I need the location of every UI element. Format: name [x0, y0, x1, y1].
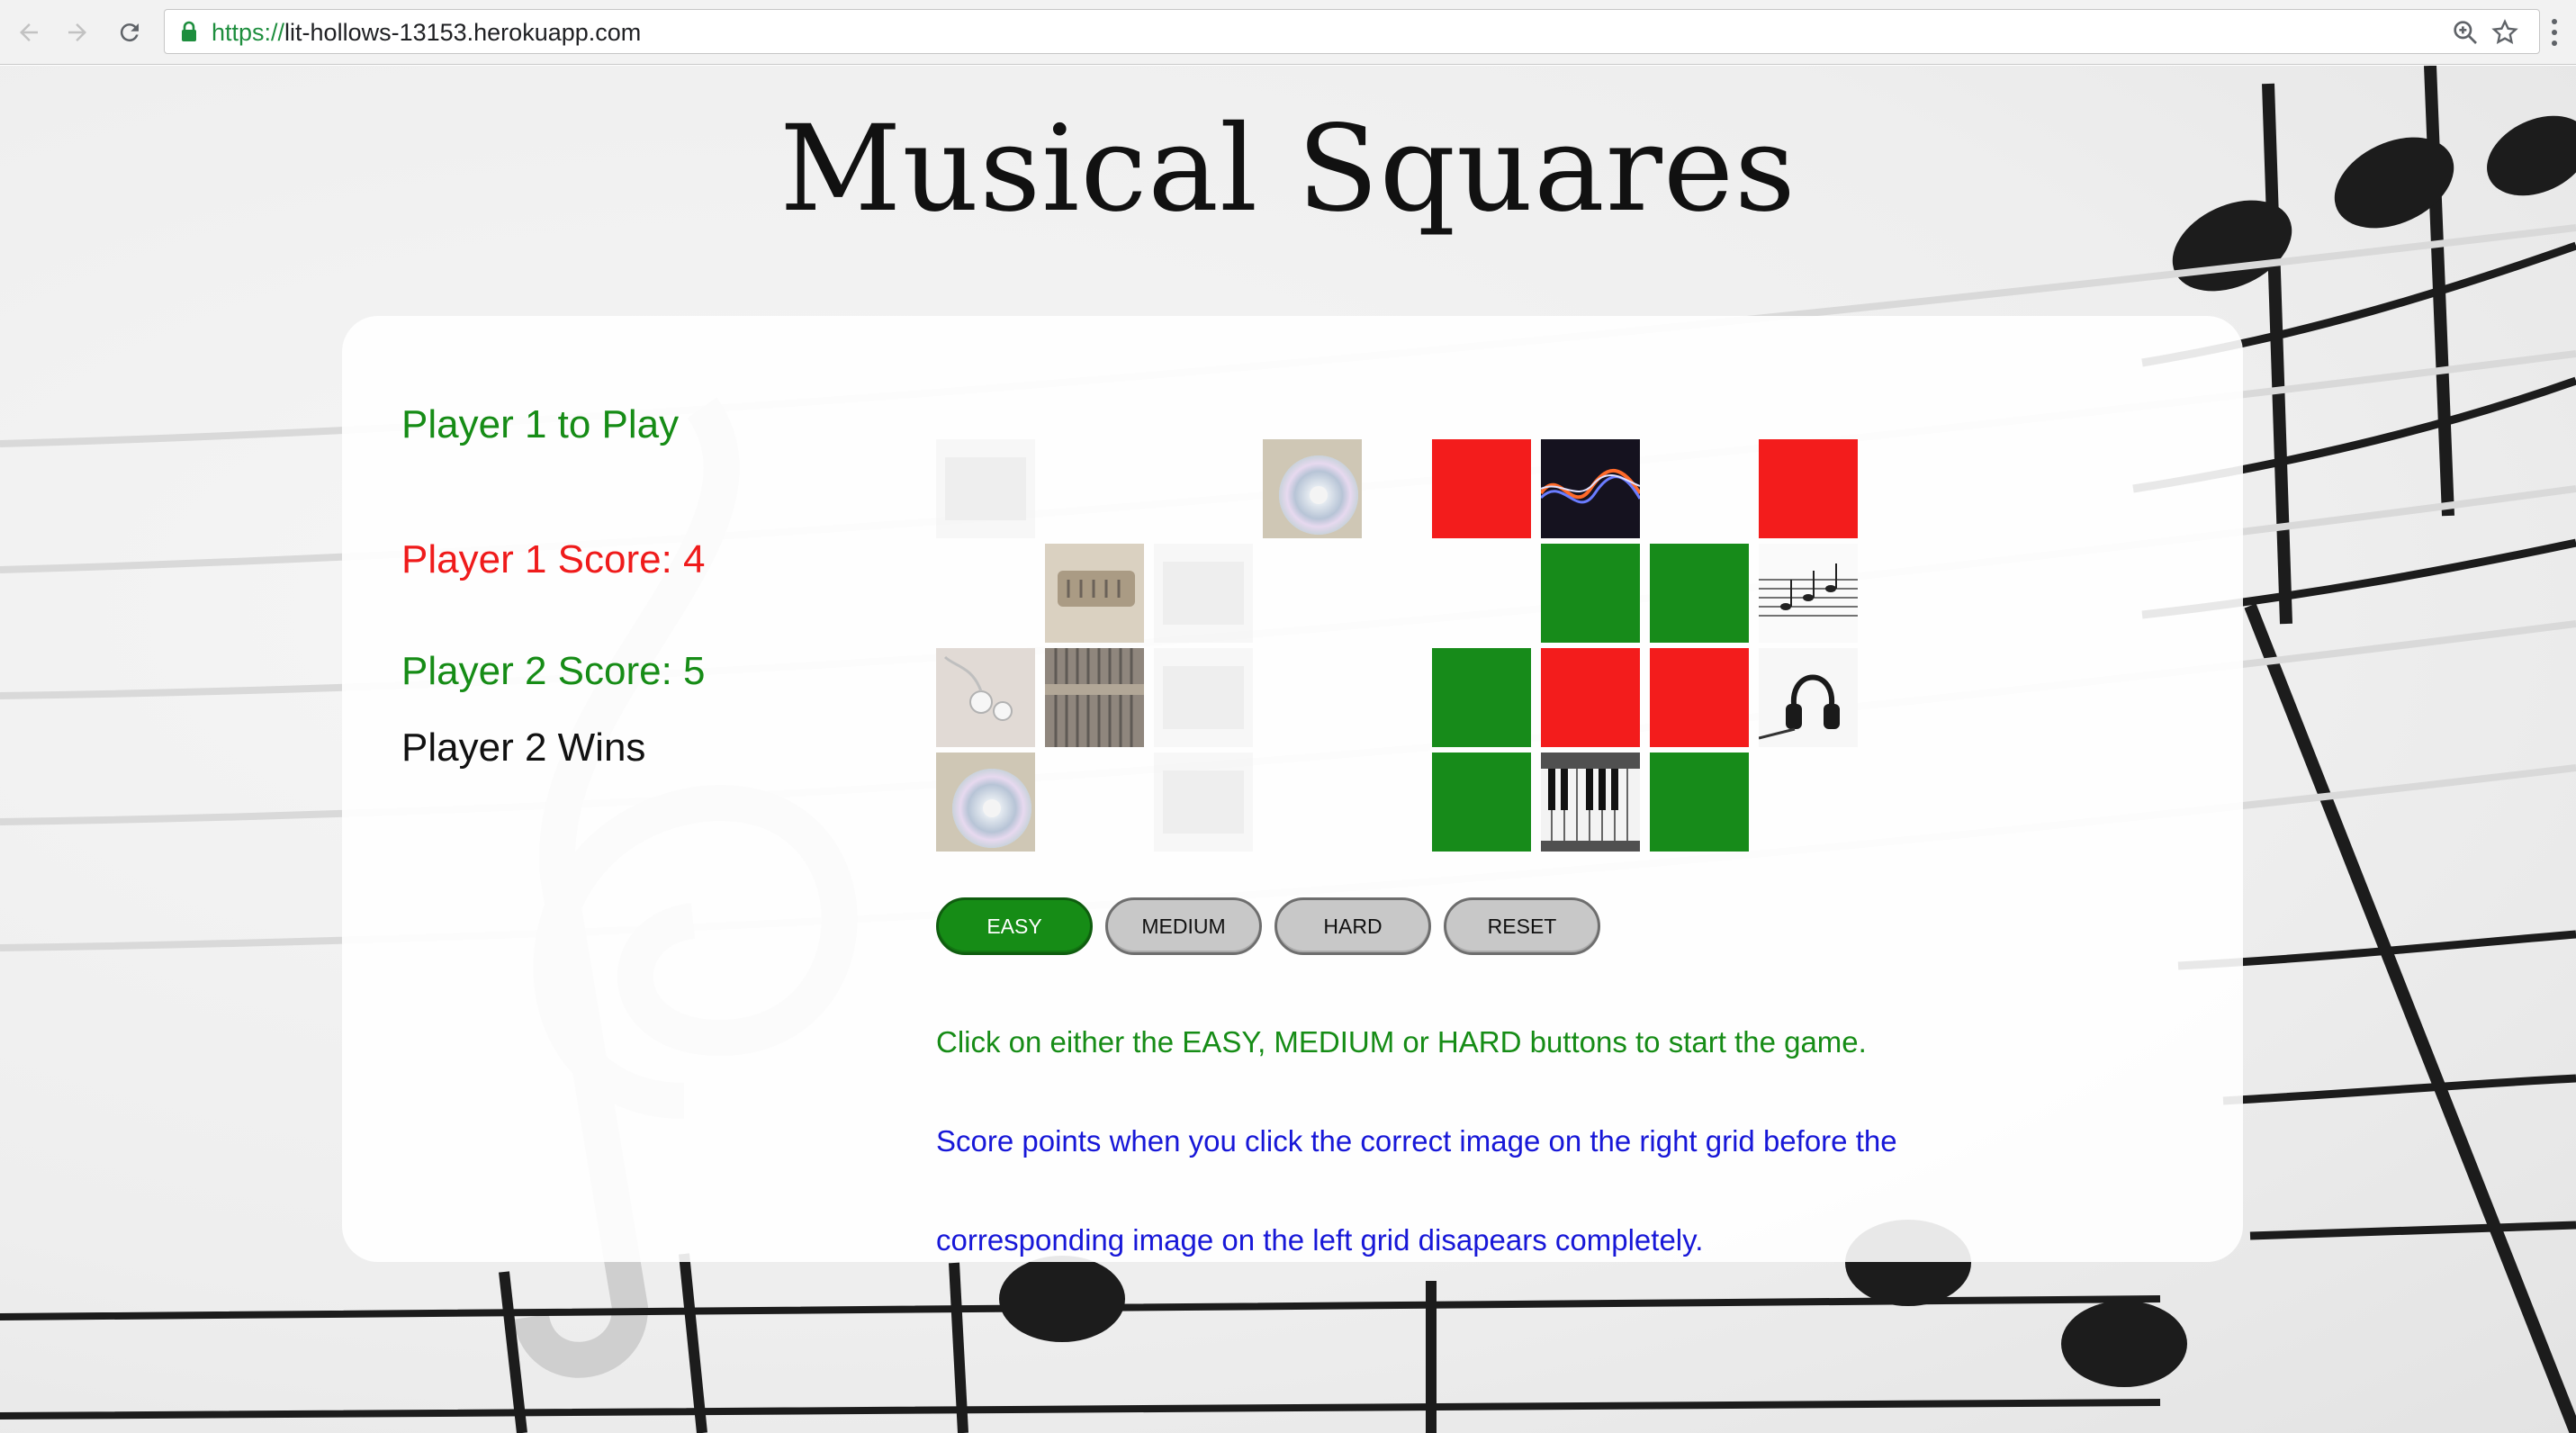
right-grid-cell-green[interactable]: [1650, 753, 1749, 852]
left-grid-cell-empty: [1263, 648, 1362, 747]
left-grid-cell-empty: [1045, 439, 1144, 538]
right-grid-cell-green[interactable]: [1432, 753, 1531, 852]
menu-icon[interactable]: [2545, 16, 2563, 49]
left-grid-cell-empty: [1045, 753, 1144, 852]
forward-arrow-icon[interactable]: [59, 14, 95, 50]
page-viewport: Musical Squares Player 1 to Play Player …: [0, 66, 2576, 1433]
left-grid-cell-harmonica-image: [1045, 544, 1144, 643]
right-grid-cell-red[interactable]: [1541, 648, 1640, 747]
right-grid-cell-empty[interactable]: [1759, 753, 1858, 852]
instruction-start: Click on either the EASY, MEDIUM or HARD…: [936, 1025, 1867, 1059]
reset-button[interactable]: RESET: [1444, 897, 1600, 955]
player2-score: Player 2 Score: 5: [401, 649, 706, 693]
zoom-icon[interactable]: [2451, 18, 2480, 47]
right-grid-cell-green[interactable]: [1432, 648, 1531, 747]
left-grid-cell-empty: [936, 544, 1035, 643]
right-grid-cell-sheet-music-image[interactable]: [1759, 544, 1858, 643]
medium-button[interactable]: MEDIUM: [1105, 897, 1262, 955]
bookmark-star-icon[interactable]: [2490, 18, 2519, 47]
instruction-score-line2: corresponding image on the left grid dis…: [936, 1223, 1704, 1257]
right-grid-cell-empty[interactable]: [1432, 544, 1531, 643]
left-grid-cell-earphones-image: [936, 648, 1035, 747]
left-grid: [936, 439, 1377, 853]
lock-icon: [182, 21, 196, 41]
left-grid-cell-empty: [1263, 753, 1362, 852]
reload-icon[interactable]: [112, 14, 148, 50]
left-grid-cell-faded-image: [936, 439, 1035, 538]
hard-button[interactable]: HARD: [1274, 897, 1431, 955]
right-grid-cell-headphones-image[interactable]: [1759, 648, 1858, 747]
left-grid-cell-piano-strings-image: [1045, 648, 1144, 747]
right-grid-cell-red[interactable]: [1432, 439, 1531, 538]
player1-score: Player 1 Score: 4: [401, 537, 706, 581]
easy-button[interactable]: EASY: [936, 897, 1093, 955]
back-arrow-icon[interactable]: [11, 14, 47, 50]
game-result: Player 2 Wins: [401, 726, 646, 770]
right-grid-cell-green[interactable]: [1541, 544, 1640, 643]
right-grid-cell-green[interactable]: [1650, 544, 1749, 643]
right-grid-cell-sound-wave-image[interactable]: [1541, 439, 1640, 538]
url-text: https://lit-hollows-13153.herokuapp.com: [212, 19, 642, 46]
page-title: Musical Squares: [779, 100, 1797, 239]
left-grid-cell-empty: [1154, 439, 1253, 538]
left-grid-cell-cd-image: [936, 753, 1035, 852]
left-grid-cell-empty: [1263, 544, 1362, 643]
right-grid-cell-red[interactable]: [1650, 648, 1749, 747]
left-grid-cell-faded-image: [1154, 544, 1253, 643]
address-bar[interactable]: https://lit-hollows-13153.herokuapp.com: [164, 9, 2540, 54]
browser-toolbar: https://lit-hollows-13153.herokuapp.com: [0, 0, 2576, 65]
instruction-score-line1: Score points when you click the correct …: [936, 1124, 1897, 1158]
left-grid-cell-faded-image: [1154, 753, 1253, 852]
right-grid-cell-empty[interactable]: [1650, 439, 1749, 538]
left-grid-cell-cd-image: [1263, 439, 1362, 538]
left-grid-cell-faded-image: [1154, 648, 1253, 747]
right-grid-cell-red[interactable]: [1759, 439, 1858, 538]
right-grid: [1432, 439, 1873, 853]
turn-indicator: Player 1 to Play: [401, 402, 680, 446]
game-panel: Player 1 to Play Player 1 Score: 4 Playe…: [342, 316, 2243, 1262]
right-grid-cell-keyboard-image[interactable]: [1541, 753, 1640, 852]
